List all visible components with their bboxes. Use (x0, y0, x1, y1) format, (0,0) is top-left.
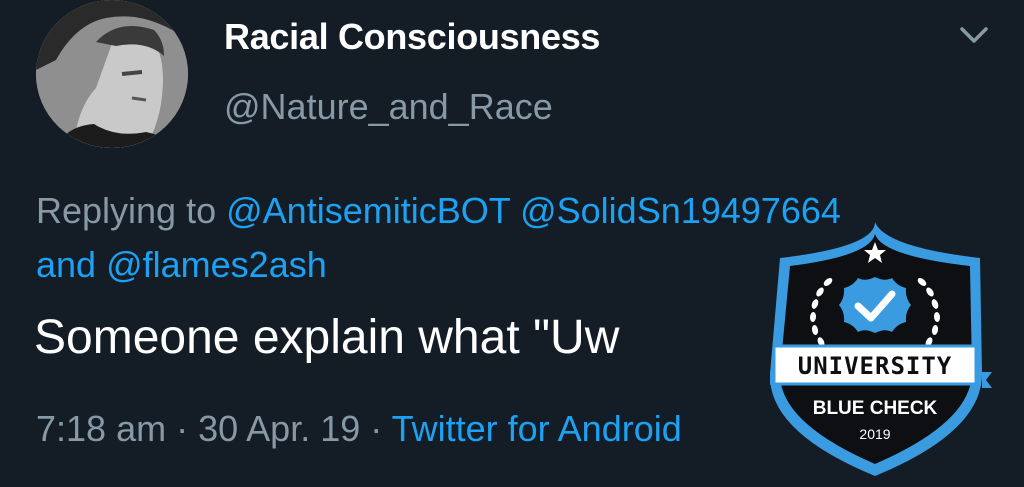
chevron-down-icon[interactable] (956, 20, 992, 50)
reply-context: Replying to @AntisemiticBOT @SolidSn1949… (36, 190, 841, 232)
university-blue-check-badge: UNIVERSITY BLUE CHECK 2019 (768, 222, 1010, 482)
tweet-date: 30 Apr. 19 (198, 408, 361, 449)
tweet-card: Racial Consciousness @Nature_and_Race Re… (0, 0, 1024, 487)
author-display-name[interactable]: Racial Consciousness (224, 16, 600, 58)
tweet-text: Someone explain what "Uw (34, 311, 620, 364)
avatar[interactable] (36, 0, 188, 148)
reply-context-continued: and @flames2ash (36, 244, 327, 286)
mention-link[interactable]: @AntisemiticBOT (226, 190, 510, 231)
badge-subtitle: BLUE CHECK (813, 398, 938, 419)
reply-joiner: and (36, 244, 97, 285)
avatar-portrait (36, 0, 188, 148)
tweet-meta: 7:18 am · 30 Apr. 19 · Twitter for Andro… (36, 408, 682, 450)
badge-title: UNIVERSITY (798, 352, 953, 380)
author-handle[interactable]: @Nature_and_Race (224, 86, 553, 128)
banner-tail-right (982, 372, 992, 388)
tweet-source-link[interactable]: Twitter for Android (392, 408, 682, 449)
meta-separator: · (176, 408, 189, 449)
badge-year: 2019 (859, 426, 890, 442)
mention-link[interactable]: @flames2ash (106, 244, 327, 285)
tweet-time: 7:18 am (36, 408, 167, 449)
reply-prefix: Replying to (36, 190, 217, 231)
meta-separator: · (370, 408, 383, 449)
